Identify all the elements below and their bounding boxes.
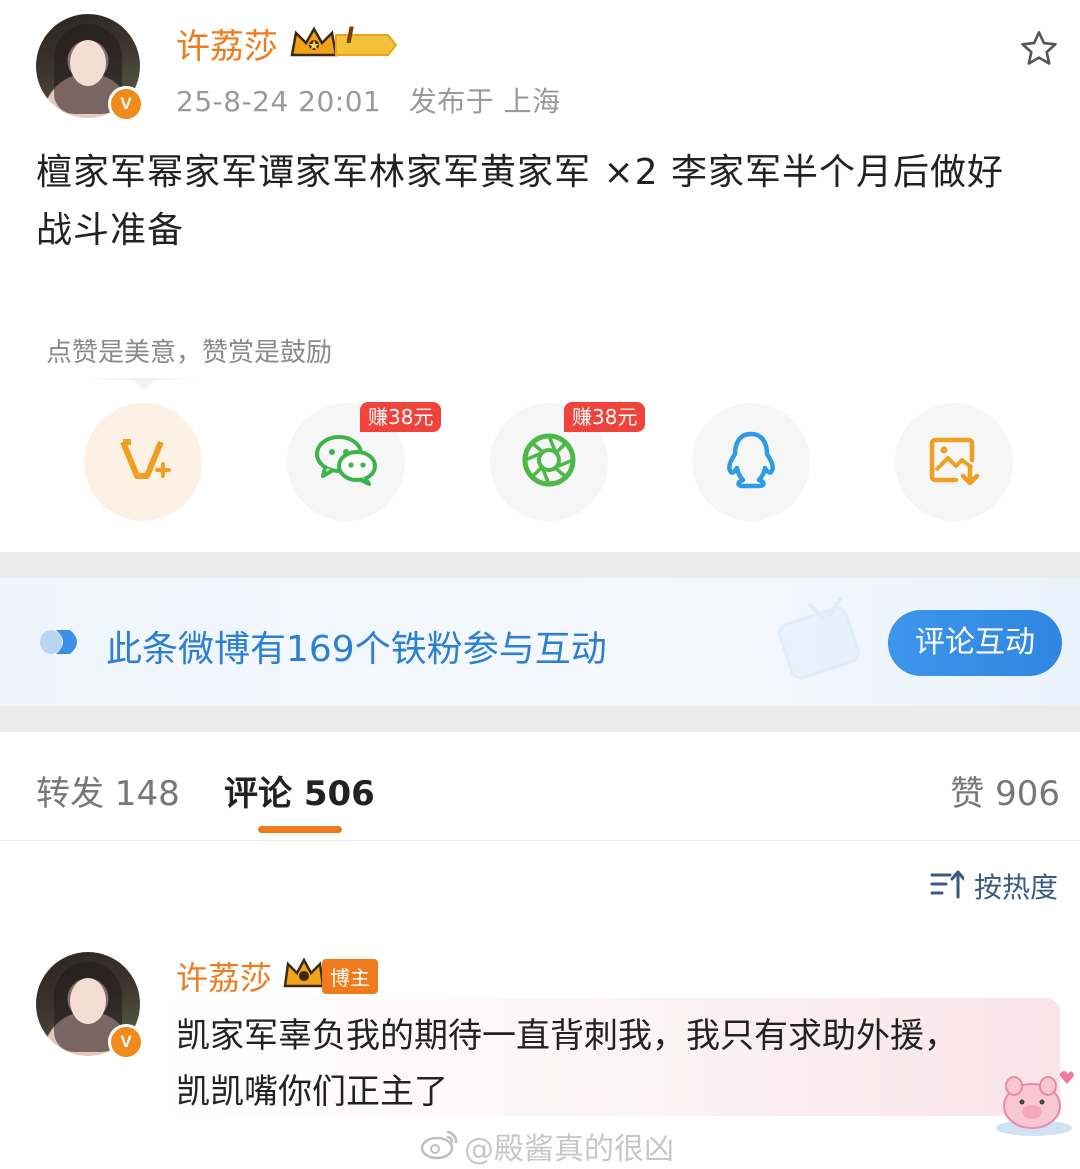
comment-text-line: 凯家军辜负我的期待一直背刺我，我只有求助外援，: [176, 1016, 958, 1056]
level-badge-text: I: [346, 24, 355, 49]
pig-sticker-image: [990, 1066, 1078, 1142]
moments-icon: [520, 431, 578, 493]
post-date: 25-8-24 20:01: [176, 85, 382, 118]
active-tab-indicator: [258, 826, 342, 833]
verified-icon: V: [108, 86, 144, 122]
tabs-divider: [0, 840, 1080, 841]
banner-text: 此条微博有169个铁粉参与互动: [106, 629, 607, 670]
comment-text-line: 凯凯嘴你们正主了: [176, 1072, 448, 1112]
qq-icon: [723, 430, 779, 494]
vip-crown-icon: [282, 956, 326, 996]
post-text-line: 战斗准备: [36, 210, 185, 251]
author-avatar[interactable]: V: [36, 14, 144, 122]
tip-arrow: [132, 378, 156, 390]
sort-button[interactable]: 按热度: [930, 866, 1058, 906]
author-role-badge: 博主: [322, 958, 379, 994]
save-image-button[interactable]: [895, 403, 1013, 521]
comment-interact-button[interactable]: 评论互动: [888, 610, 1062, 676]
wechat-icon: [313, 432, 379, 492]
reward-tip: 点赞是美意，赞赏是鼓励: [46, 338, 333, 368]
comment-author-name[interactable]: 许荔莎: [176, 953, 272, 999]
tab-like[interactable]: 赞 906: [950, 766, 1060, 815]
share-qq-button[interactable]: [692, 403, 810, 521]
watermark: @殿酱真的很凶: [420, 1124, 674, 1168]
tab-repost[interactable]: 转发 148: [36, 766, 180, 815]
iron-fan-icon: [40, 628, 84, 660]
earn-badge-moments: 赚38元: [564, 402, 646, 432]
comment-author-avatar[interactable]: V: [36, 952, 144, 1060]
author-name[interactable]: 许荔莎: [176, 19, 278, 68]
vip-crown-icon: [288, 23, 398, 63]
post-text-line: 檀家军幂家军谭家军林家军黄家军 ×2 李家军半个月后做好: [36, 152, 1004, 193]
save-image-icon: [926, 432, 982, 492]
comment-body: 凯家军辜负我的期待一直背刺我，我只有求助外援， 凯凯嘴你们正主了: [176, 1008, 958, 1120]
watermark-text: @殿酱真的很凶: [464, 1132, 674, 1167]
section-divider: [0, 706, 1080, 732]
reward-button[interactable]: [84, 403, 202, 521]
tv-mascot-decoration: [770, 585, 880, 689]
post-body: 檀家军幂家军谭家军林家军黄家军 ×2 李家军半个月后做好 战斗准备: [36, 144, 1056, 260]
verified-icon: V: [108, 1024, 144, 1060]
post-location: 发布于 上海: [408, 85, 561, 118]
v-plus-icon: [113, 430, 173, 494]
earn-badge-wechat: 赚38元: [360, 402, 442, 432]
sort-icon: [930, 867, 966, 905]
weibo-logo-icon: [420, 1128, 460, 1164]
section-divider: [0, 552, 1080, 578]
sort-label: 按热度: [974, 871, 1059, 904]
tab-comment[interactable]: 评论 506: [224, 766, 375, 815]
favorite-star-icon[interactable]: [1018, 28, 1060, 74]
